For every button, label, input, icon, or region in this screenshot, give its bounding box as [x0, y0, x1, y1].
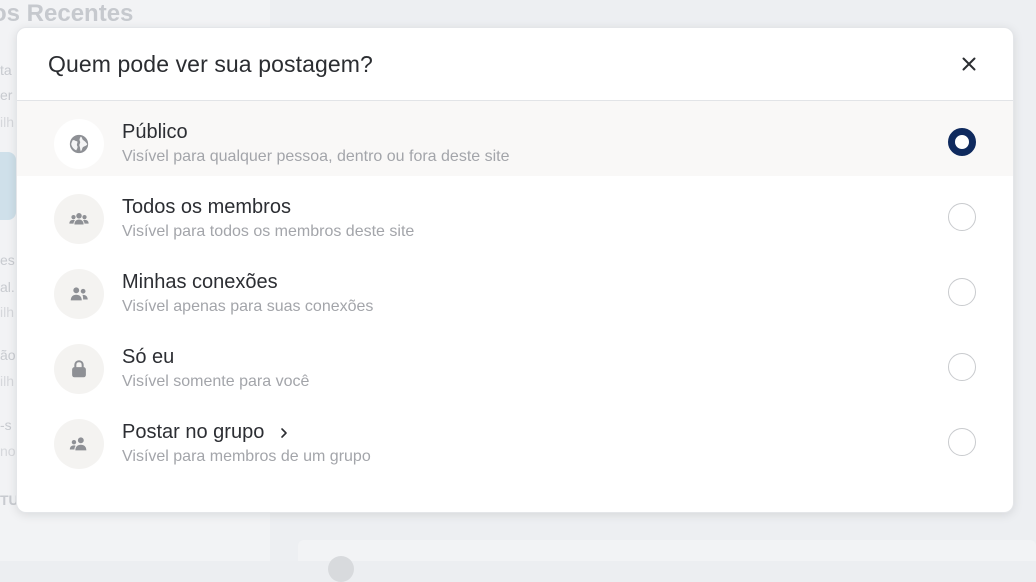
- background-text: ilh: [0, 373, 15, 389]
- option-connections[interactable]: Minhas conexões Visível apenas para suas…: [17, 251, 1013, 326]
- background-thumbnail: [0, 152, 16, 220]
- close-button[interactable]: [957, 52, 981, 76]
- radio-only-me[interactable]: [948, 353, 976, 381]
- background-text: es: [0, 252, 15, 268]
- option-description: Visível para membros de um grupo: [122, 448, 371, 465]
- option-all-members[interactable]: Todos os membros Visível para todos os m…: [17, 176, 1013, 251]
- background-text: ão: [0, 347, 16, 363]
- option-title: Só eu: [122, 346, 175, 368]
- background-avatar: [328, 556, 354, 582]
- option-icon: [54, 119, 104, 169]
- background-text: ilh: [0, 304, 15, 320]
- option-title-text: Postar no grupo: [122, 421, 265, 443]
- option-description: Visível somente para você: [122, 373, 310, 390]
- background-text: al.: [0, 279, 15, 295]
- option-title: Minhas conexões: [122, 271, 278, 293]
- close-icon: [962, 57, 976, 71]
- radio-all-members[interactable]: [948, 203, 976, 231]
- dialog-title: Quem pode ver sua postagem?: [48, 51, 373, 77]
- background-text: no: [0, 443, 16, 459]
- radio-group[interactable]: [948, 428, 976, 456]
- background-text: ta: [0, 62, 12, 78]
- visibility-options: Público Visível para qualquer pessoa, de…: [17, 101, 1013, 476]
- option-icon: [54, 194, 104, 244]
- background-text: er: [0, 87, 13, 103]
- lock-icon: [72, 360, 86, 378]
- option-icon: [54, 419, 104, 469]
- radio-connections[interactable]: [948, 278, 976, 306]
- option-title: Todos os membros: [122, 196, 291, 218]
- chevron-right-icon: [281, 427, 288, 438]
- dialog-header: Quem pode ver sua postagem?: [17, 28, 1013, 101]
- option-description: Visível para qualquer pessoa, dentro ou …: [122, 148, 510, 165]
- group-icon: [69, 213, 89, 225]
- option-description: Visível para todos os membros deste site: [122, 223, 415, 240]
- background-text: ilh: [0, 114, 15, 130]
- option-title: Postar no grupo: [122, 421, 290, 444]
- option-public[interactable]: Público Visível para qualquer pessoa, de…: [17, 101, 1013, 176]
- globe-icon: [69, 134, 89, 154]
- visibility-dialog: Quem pode ver sua postagem? Público Visí…: [16, 27, 1014, 513]
- option-icon: [54, 269, 104, 319]
- option-group[interactable]: Postar no grupo Visível para membros de …: [17, 401, 1013, 476]
- option-icon: [54, 344, 104, 394]
- option-description: Visível apenas para suas conexões: [122, 298, 374, 315]
- people-icon: [70, 287, 88, 301]
- user-group-icon: [69, 437, 87, 451]
- radio-public[interactable]: [948, 128, 976, 156]
- background-heading: os Recentes: [0, 0, 134, 27]
- option-title: Público: [122, 121, 188, 143]
- background-text: -s: [0, 417, 12, 433]
- option-only-me[interactable]: Só eu Visível somente para você: [17, 326, 1013, 401]
- background-card: [298, 540, 1036, 561]
